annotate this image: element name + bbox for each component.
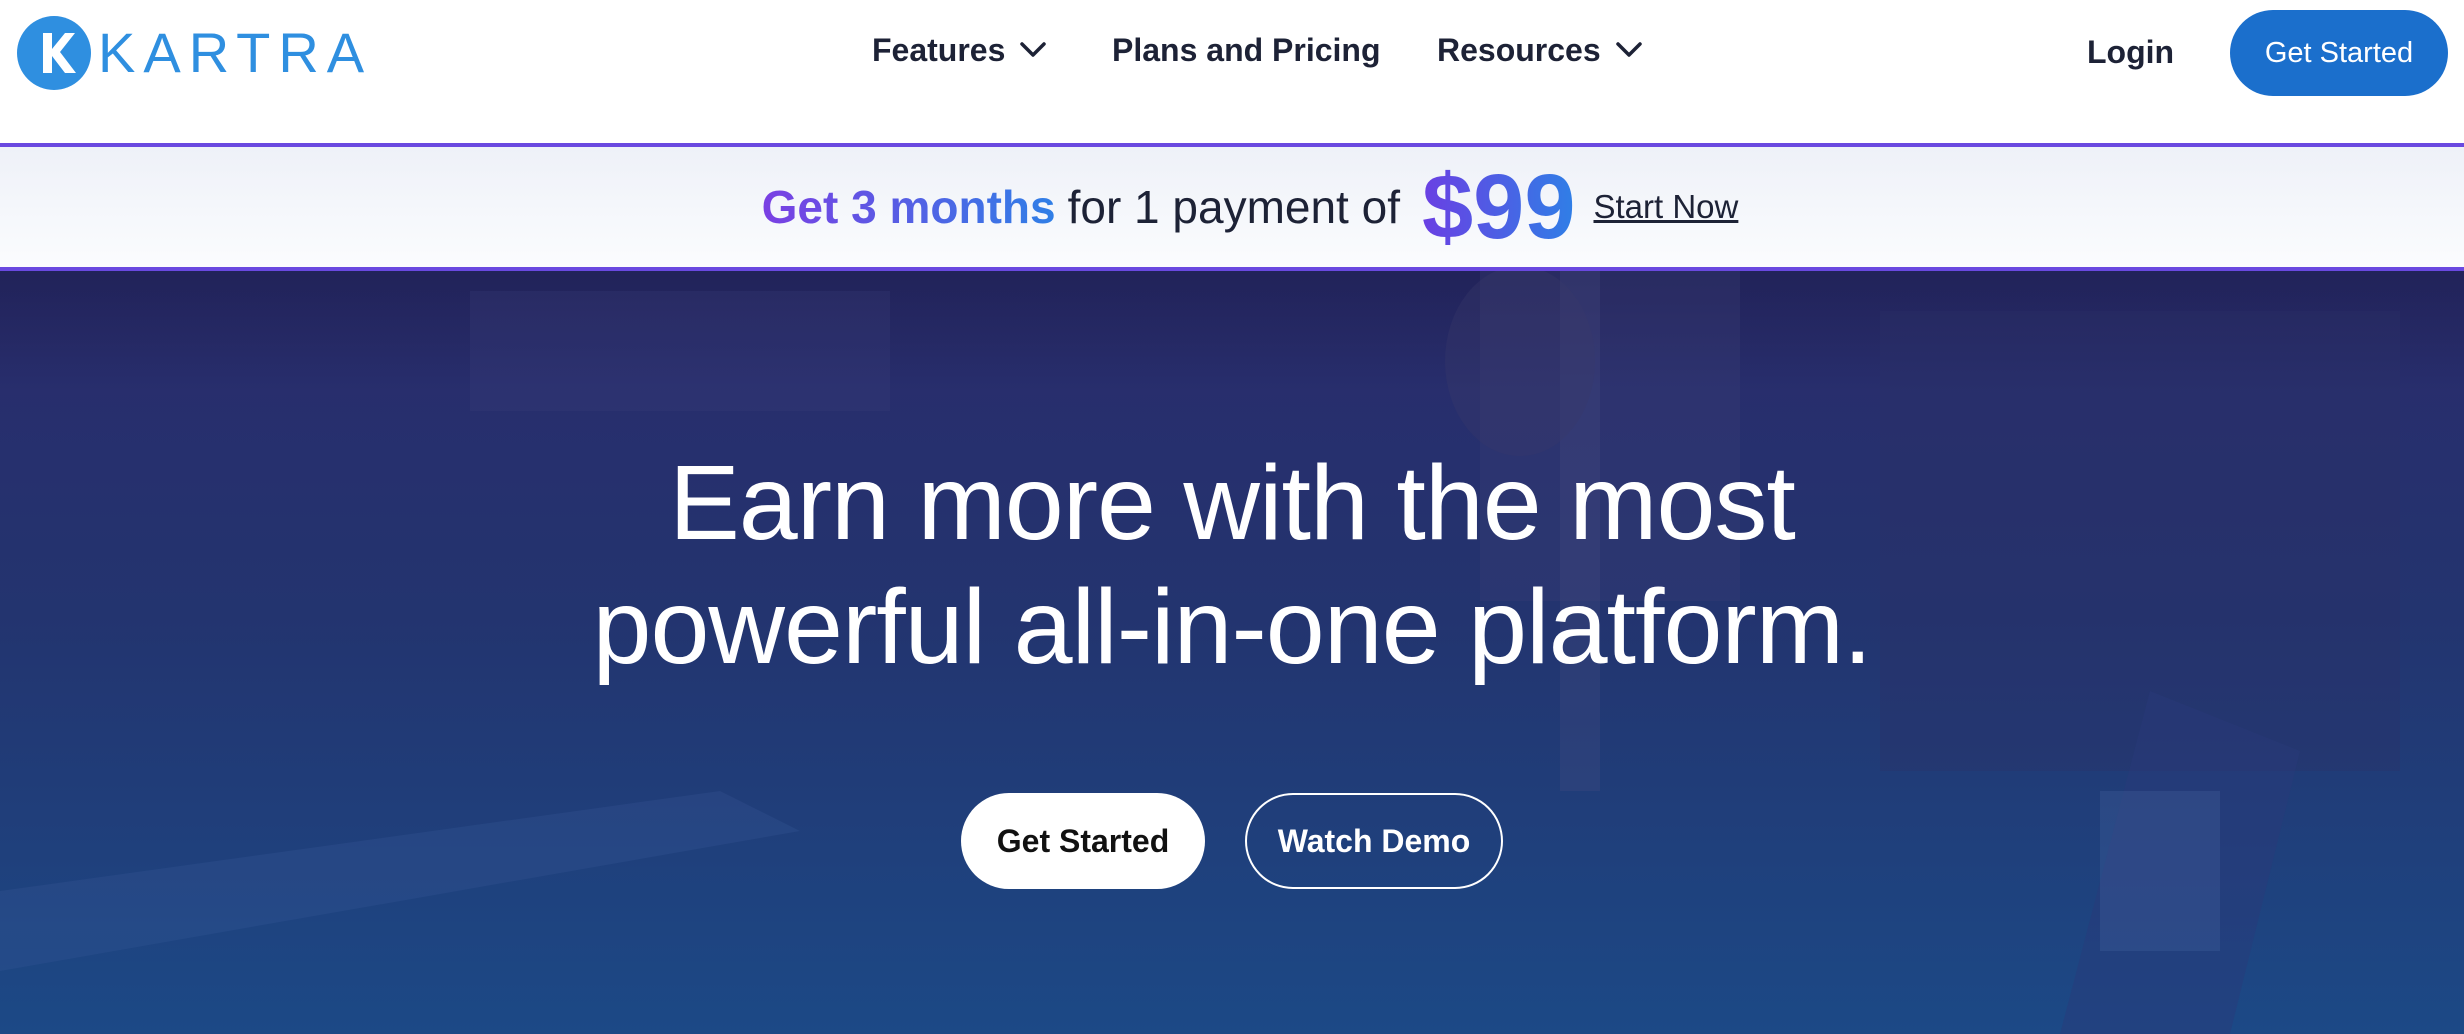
promo-middle-text: for 1 payment of <box>1067 181 1400 233</box>
promo-price: $99 <box>1421 156 1576 258</box>
nav-resources-label: Resources <box>1437 31 1601 68</box>
hero-heading-line-2: powerful all-in-one platform. <box>592 568 1873 686</box>
hero-heading: Earn more with the most powerful all-in-… <box>0 441 2464 689</box>
nav-features-label: Features <box>872 31 1006 68</box>
nav-pricing-label: Plans and Pricing <box>1112 31 1381 68</box>
site-header: KARTRA Features Plans and Pricing Resour… <box>0 0 2464 143</box>
promo-lead-text: Get 3 months <box>761 181 1056 233</box>
promo-banner: Get 3 months for 1 payment of $99 Start … <box>0 143 2464 271</box>
chevron-down-icon <box>1615 42 1642 57</box>
header-get-started-button[interactable]: Get Started <box>2230 10 2448 96</box>
logo-wordmark: KARTRA <box>98 21 373 84</box>
chevron-down-icon <box>1020 42 1047 57</box>
promo-message: Get 3 months for 1 payment of $99 Start … <box>762 161 1739 253</box>
hero-heading-line-1: Earn more with the most <box>669 444 1796 562</box>
kartra-logo[interactable]: KARTRA <box>16 14 372 92</box>
login-link[interactable]: Login <box>2087 24 2174 80</box>
nav-resources[interactable]: Resources <box>1437 22 1643 78</box>
nav-features[interactable]: Features <box>872 22 1047 78</box>
hero-get-started-button[interactable]: Get Started <box>961 793 1205 889</box>
nav-plans-and-pricing[interactable]: Plans and Pricing <box>1112 22 1381 78</box>
watch-demo-button[interactable]: Watch Demo <box>1245 793 1503 889</box>
start-now-link[interactable]: Start Now <box>1593 188 1738 226</box>
hero-section: Earn more with the most powerful all-in-… <box>0 271 2464 1034</box>
kartra-logo-icon <box>17 16 91 90</box>
